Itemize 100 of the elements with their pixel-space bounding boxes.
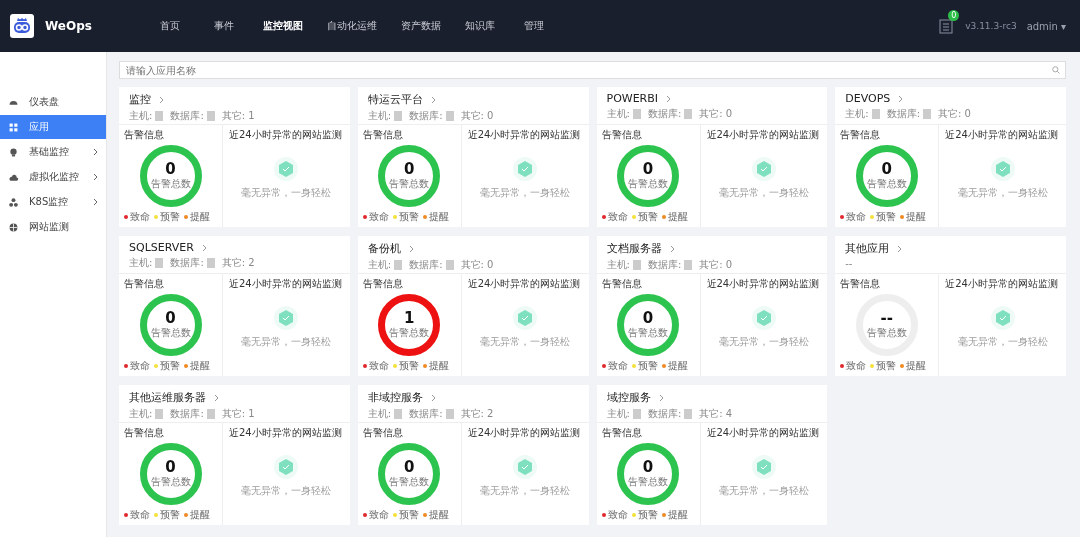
chevron-icon[interactable] — [430, 393, 436, 402]
database-label: 数据库: — [409, 109, 443, 123]
app-title[interactable]: 非域控服务 — [367, 390, 423, 405]
redacted-block — [206, 409, 215, 419]
redacted-block — [445, 260, 454, 270]
nav-tab[interactable]: 自动化运维 — [315, 19, 389, 33]
chevron-icon[interactable] — [214, 393, 219, 402]
app-title[interactable]: 文档服务器 — [606, 241, 662, 256]
redacted-block — [394, 260, 403, 270]
alarm-count: 0 — [404, 161, 415, 177]
ring-caption: 告警总数 — [389, 475, 430, 489]
legend-label: 预警 — [160, 210, 180, 224]
app-title[interactable]: SQLSERVER — [129, 241, 194, 254]
logo-icon[interactable] — [10, 14, 34, 38]
app-title[interactable]: 监控 — [129, 92, 151, 107]
redacted-block — [155, 258, 164, 268]
section-title: 告警信息 — [124, 426, 165, 440]
redacted-block — [445, 111, 454, 121]
chevron-icon[interactable] — [658, 393, 664, 402]
alarm-count: 0 — [165, 161, 176, 177]
legend-label: 致命 — [130, 508, 150, 522]
chevron-icon[interactable] — [669, 244, 675, 253]
legend-label: 致命 — [607, 210, 628, 224]
nav-tab[interactable]: 首页 — [143, 19, 197, 33]
app-title[interactable]: 其他应用 — [845, 241, 890, 256]
sidebar-item[interactable]: 仪表盘 — [0, 90, 106, 114]
section-title: 告警信息 — [362, 128, 404, 142]
ring-caption: 告警总数 — [389, 326, 430, 340]
empty-state-icon — [750, 156, 777, 182]
cluster-icon — [8, 196, 19, 208]
section-title: 告警信息 — [362, 426, 404, 440]
nav-tab[interactable]: 监控视图 — [251, 19, 315, 33]
nav-tab[interactable]: 资产数据 — [389, 19, 453, 33]
ring-caption: 告警总数 — [150, 177, 191, 191]
host-label: 主机: — [129, 407, 153, 421]
chevron-icon[interactable] — [430, 95, 436, 104]
redacted-block — [394, 409, 403, 419]
search-icon[interactable] — [1052, 66, 1060, 74]
empty-state-icon — [273, 454, 300, 480]
legend-label: 提醒 — [190, 508, 210, 522]
search-field[interactable]: 请输入应用名称 — [119, 61, 1066, 79]
legend-label: 提醒 — [428, 210, 449, 224]
legend-label: 提醒 — [190, 210, 210, 224]
legend-label: 提醒 — [428, 359, 449, 373]
sidebar-item[interactable]: 网站监测 — [0, 215, 106, 239]
section-title: 告警信息 — [124, 277, 165, 291]
section-title: 近24小时异常的网站监测 — [706, 277, 820, 291]
redacted-block — [923, 109, 931, 119]
chevron-icon[interactable] — [666, 94, 672, 103]
sidebar-item[interactable]: 应用 — [0, 115, 106, 139]
redacted-block — [684, 260, 693, 270]
app-title[interactable]: POWERBI — [606, 92, 659, 105]
legend-label: 预警 — [876, 210, 897, 224]
app-title[interactable]: 其他运维服务器 — [129, 390, 206, 405]
section-title: 近24小时异常的网站监测 — [706, 128, 820, 142]
other-count: 其它: 2 — [460, 407, 494, 421]
chevron-icon[interactable] — [159, 95, 164, 104]
legend-label: 预警 — [637, 210, 658, 224]
section-title: 近24小时异常的网站监测 — [467, 277, 581, 291]
alarm-count: 1 — [404, 310, 415, 326]
legend-label: 致命 — [130, 359, 150, 373]
app-title[interactable]: 特运云平台 — [367, 92, 423, 107]
nav-tab[interactable]: 管理 — [507, 19, 561, 33]
legend-label: 预警 — [398, 508, 419, 522]
nav-tab[interactable]: 知识库 — [453, 19, 507, 33]
host-label: 主机: — [606, 258, 630, 272]
redacted-block — [445, 409, 454, 419]
other-count: 其它: 0 — [699, 107, 733, 121]
chevron-icon[interactable] — [408, 244, 414, 253]
host-label: 主机: — [606, 107, 630, 121]
app-title[interactable]: DEVOPS — [845, 92, 891, 105]
legend-label: 提醒 — [667, 210, 688, 224]
other-count: 其它: 0 — [938, 107, 971, 121]
section-title: 近24小时异常的网站监测 — [945, 277, 1058, 291]
sidebar-item[interactable]: 基础监控 — [0, 140, 106, 164]
chevron-icon[interactable] — [897, 244, 903, 253]
redacted-block — [871, 109, 880, 119]
alarm-count: 0 — [642, 161, 654, 177]
user-menu[interactable]: admin ▾ — [1026, 20, 1066, 32]
app-title[interactable]: 备份机 — [367, 241, 401, 256]
legend-label: 提醒 — [906, 359, 927, 373]
chevron-icon — [93, 198, 98, 206]
sidebar-item[interactable]: 虚拟化监控 — [0, 165, 106, 189]
host-label: 主机: — [129, 109, 153, 123]
chevron-icon[interactable] — [898, 94, 904, 103]
app-title[interactable]: 域控服务 — [606, 390, 651, 405]
empty-state-icon — [512, 305, 539, 331]
empty-state-icon — [512, 156, 539, 182]
section-title: 告警信息 — [601, 128, 643, 142]
legend-label: 预警 — [637, 359, 658, 373]
nav-tab[interactable]: 事件 — [197, 19, 251, 33]
clipboard-icon[interactable] — [939, 18, 954, 34]
section-title: 告警信息 — [601, 277, 643, 291]
section-title: 近24小时异常的网站监测 — [945, 128, 1058, 142]
empty-state-icon — [273, 156, 300, 182]
redacted-block — [155, 111, 164, 121]
host-label: 主机: — [845, 107, 869, 121]
sidebar-item[interactable]: K8S监控 — [0, 190, 106, 214]
chevron-icon[interactable] — [201, 243, 207, 252]
redacted-block — [394, 111, 403, 121]
